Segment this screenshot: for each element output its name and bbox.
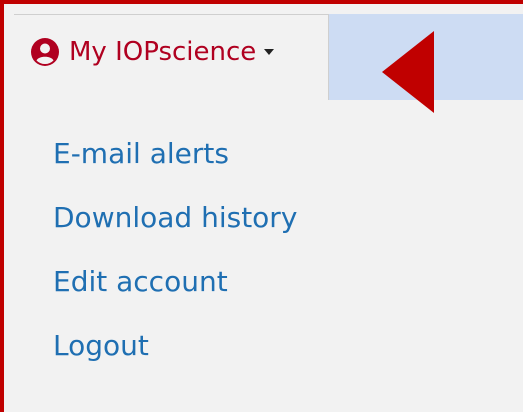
- account-menu: E-mail alerts Download history Edit acco…: [53, 138, 297, 394]
- menu-item-email-alerts[interactable]: E-mail alerts: [53, 138, 297, 170]
- account-dropdown-toggle[interactable]: My IOPscience: [31, 37, 275, 67]
- menu-item-download-history[interactable]: Download history: [53, 202, 297, 234]
- user-circle-icon: [31, 38, 59, 66]
- menu-item-edit-account[interactable]: Edit account: [53, 266, 297, 298]
- red-arrow-left-icon: [382, 31, 434, 113]
- menu-item-logout[interactable]: Logout: [53, 330, 297, 362]
- account-label: My IOPscience: [69, 37, 257, 67]
- account-tab[interactable]: My IOPscience: [14, 14, 329, 100]
- caret-down-icon: [264, 49, 275, 55]
